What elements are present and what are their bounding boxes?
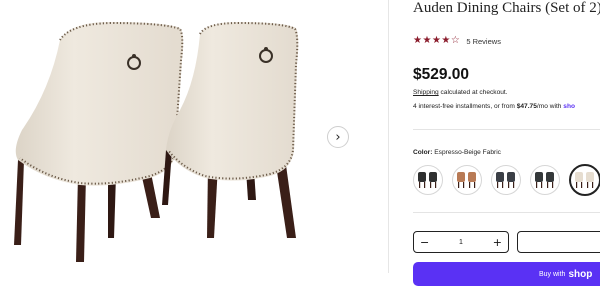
chair-thumbnail <box>418 172 437 188</box>
shop-pay-prefix: Buy with <box>539 270 566 278</box>
plus-icon[interactable]: + <box>493 237 502 248</box>
color-swatch[interactable] <box>491 165 521 195</box>
shipping-info: Shipping calculated at checkout. <box>413 89 508 96</box>
color-swatch[interactable] <box>530 165 560 195</box>
chair-thumbnail <box>575 172 594 188</box>
star-filled-icon: ★ <box>422 35 432 46</box>
shipping-link[interactable]: Shipping <box>413 89 439 96</box>
add-to-cart-button[interactable] <box>517 231 600 253</box>
color-value: Espresso-Beige Fabric <box>434 149 501 156</box>
color-swatch[interactable] <box>413 165 443 195</box>
divider <box>413 212 600 213</box>
divider <box>388 0 389 273</box>
next-image-button[interactable]: › <box>327 126 349 148</box>
quantity-value[interactable]: 1 <box>459 239 463 246</box>
color-option-label: Color: Espresso-Beige Fabric <box>413 149 501 156</box>
installments-amount: $47.75 <box>516 103 537 110</box>
color-swatches <box>413 164 600 196</box>
shop-pay-logo: shop <box>568 268 593 280</box>
divider <box>413 129 600 130</box>
chair-thumbnail <box>535 172 554 188</box>
chevron-right-icon: › <box>335 129 341 145</box>
chair-thumbnail <box>457 172 476 188</box>
star-filled-icon: ★ <box>441 35 451 46</box>
color-swatch[interactable] <box>569 164 600 196</box>
color-label: Color: <box>413 149 433 156</box>
shop-pay-learn-more-link[interactable]: sho <box>563 103 575 110</box>
installments-suffix: /mo with <box>536 103 564 110</box>
star-filled-icon: ★ <box>413 35 422 46</box>
rating[interactable]: ★ ★ ★ ★ ☆ 5 Reviews <box>413 36 501 46</box>
star-filled-icon: ★ <box>431 35 441 46</box>
chair-thumbnail <box>496 172 515 188</box>
star-rating: ★ ★ ★ ★ ☆ <box>413 36 460 46</box>
color-swatch[interactable] <box>452 165 482 195</box>
product-price: $529.00 <box>413 66 470 83</box>
product-image-gallery[interactable]: › <box>0 0 386 273</box>
installments-info: 4 interest-free installments, or from $4… <box>413 103 575 110</box>
reviews-link[interactable]: 5 Reviews <box>466 37 501 46</box>
product-title: Auden Dining Chairs (Set of 2) <box>413 0 600 16</box>
minus-icon[interactable]: − <box>420 237 429 248</box>
shipping-text: calculated at checkout. <box>438 89 508 96</box>
quantity-stepper: − 1 + <box>413 231 509 253</box>
star-empty-icon: ☆ <box>450 35 460 46</box>
installments-text: 4 interest-free installments, or from <box>413 103 517 110</box>
buy-with-shop-pay-button[interactable]: Buy with shop <box>413 262 600 286</box>
